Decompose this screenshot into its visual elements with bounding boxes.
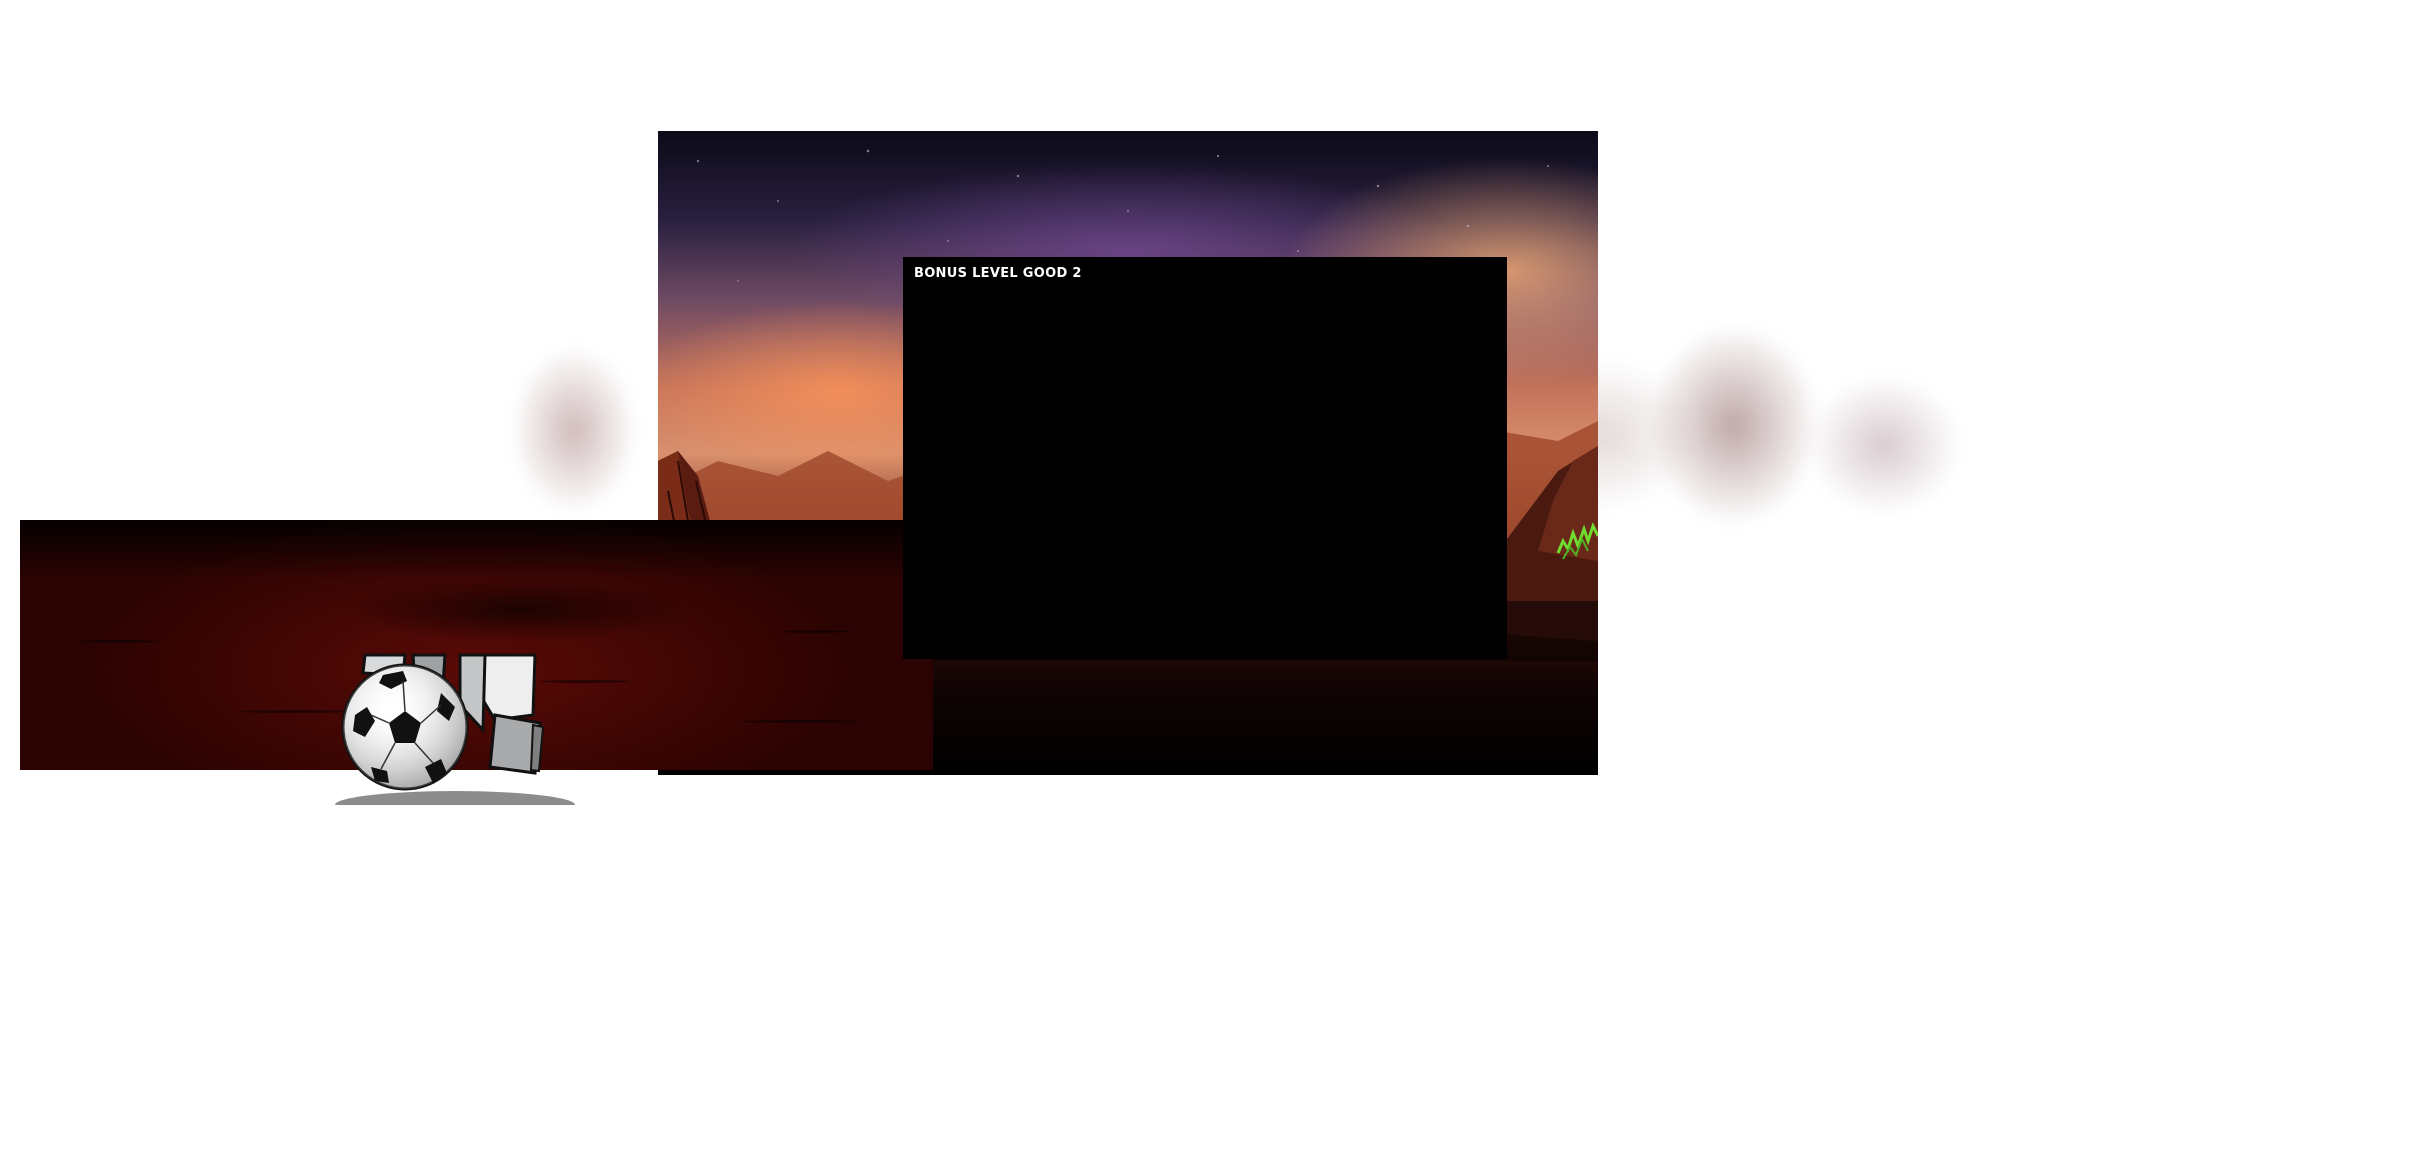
player-character [335,653,575,805]
dialog-title: BONUS LEVEL GOOD 2 [914,266,1082,281]
soccer-ball-icon [341,663,469,791]
ground-crack [740,720,860,723]
ground-crack [80,640,160,643]
ground-crack [780,630,850,633]
level-dialog: BONUS LEVEL GOOD 2 [903,257,1507,659]
game-stage: BONUS LEVEL GOOD 2 [0,0,2431,1151]
